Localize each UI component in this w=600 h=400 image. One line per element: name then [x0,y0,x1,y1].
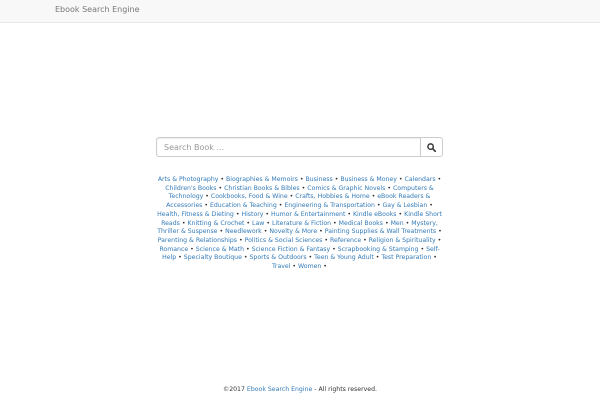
separator-bullet: • [266,219,270,227]
footer: ©2017 Ebook Search Engine - All rights r… [0,386,600,393]
separator-bullet: • [332,245,336,253]
separator-bullet: • [205,193,209,201]
separator-bullet: • [220,176,225,183]
separator-bullet: • [265,210,270,218]
category-link[interactable]: Crafts, Hobbies & Home [295,193,369,200]
category-link[interactable]: Novelty & More [269,228,317,235]
separator-bullet: • [363,236,367,244]
separator-bullet: • [235,210,240,218]
separator-bullet: • [245,245,250,253]
separator-bullet: • [323,263,327,271]
category-link[interactable]: Medical Books [339,220,383,227]
separator-bullet: • [437,176,442,183]
category-link[interactable]: Calendars [405,176,436,183]
category-link[interactable]: Biographies & Memoirs [226,176,298,183]
category-link[interactable]: Scrapbooking & Stamping [338,246,419,253]
category-link[interactable]: Test Preparation [381,254,431,261]
category-link[interactable]: Business & Money [340,176,397,183]
separator-bullet: • [438,228,442,236]
separator-bullet: • [405,219,410,227]
category-link[interactable]: Specialty Boutique [184,254,242,261]
separator-bullet: • [429,202,433,210]
separator-bullet: • [263,228,268,236]
separator-bullet: • [218,184,223,192]
separator-bullet: • [347,210,352,218]
category-link[interactable]: Children's Books [165,185,216,192]
brand-link[interactable]: Ebook Search Engine [55,5,140,14]
separator-bullet: • [278,202,283,210]
separator-bullet: • [375,254,380,262]
category-link[interactable]: Travel [272,263,290,270]
category-link[interactable]: Reference [330,237,361,244]
category-link[interactable]: Women [298,263,321,270]
separator-bullet: • [437,236,442,244]
separator-bullet: • [387,184,392,192]
category-link[interactable]: Engineering & Transportation [284,202,375,209]
category-link[interactable]: Christian Books & Bibles [224,185,300,192]
separator-bullet: • [398,176,403,183]
separator-bullet: • [219,228,224,236]
separator-bullet: • [433,254,437,262]
category-link[interactable]: Law [252,220,264,227]
category-link[interactable]: Men [391,220,404,227]
separator-bullet: • [181,219,186,227]
category-link[interactable]: Science Fiction & Fantasy [252,246,331,253]
separator-bullet: • [371,193,376,201]
category-link[interactable]: Teen & Young Adult [314,254,374,261]
separator-bullet: • [308,254,313,262]
category-link[interactable]: Religion & Spirituality [369,237,436,244]
category-list: Arts & Photography • Biographies & Memoi… [156,176,443,272]
search-input[interactable] [156,137,420,157]
category-link[interactable]: Politics & Social Sciences [245,237,323,244]
separator-bullet: • [324,236,329,244]
copyright-text: ©2017 [223,386,245,393]
separator-bullet: • [243,254,248,262]
search-button[interactable] [420,137,443,157]
search-icon [427,142,436,152]
category-link[interactable]: Health, Fitness & Dieting [157,211,234,218]
search-form [156,137,443,157]
separator-bullet: • [384,219,389,227]
category-link[interactable]: Painting Supplies & Wall Treatments [325,228,436,235]
separator-bullet: • [190,245,194,253]
category-link[interactable]: Gay & Lesbian [383,202,428,209]
category-link[interactable]: Humor & Entertainment [271,211,345,218]
category-link[interactable]: Sports & Outdoors [249,254,306,261]
category-link[interactable]: Knitting & Crochet [187,220,244,227]
category-link[interactable]: Needlework [225,228,262,235]
category-link[interactable]: Literature & Fiction [272,220,331,227]
separator-bullet: • [178,254,182,262]
category-link[interactable]: Parenting & Relationships [158,237,237,244]
separator-bullet: • [204,202,208,210]
separator-bullet: • [246,219,251,227]
rights-text: - All rights reserved. [314,386,377,393]
separator-bullet: • [376,202,381,210]
separator-bullet: • [299,176,304,183]
category-link[interactable]: Cookbooks, Food & Wine [211,193,288,200]
separator-bullet: • [289,193,294,201]
separator-bullet: • [292,263,297,271]
category-link[interactable]: Romance [159,246,188,253]
category-link[interactable]: Science & Math [196,246,244,253]
separator-bullet: • [239,236,243,244]
category-link[interactable]: Kindle eBooks [353,211,397,218]
category-link[interactable]: Arts & Photography [158,176,219,183]
separator-bullet: • [301,184,306,192]
separator-bullet: • [333,219,337,227]
separator-bullet: • [334,176,339,183]
footer-link[interactable]: Ebook Search Engine [247,386,312,393]
navbar: Ebook Search Engine [0,0,600,23]
category-link[interactable]: Comics & Graphic Novels [307,185,385,192]
category-link[interactable]: History [241,211,263,218]
category-link[interactable]: Education & Teaching [210,202,277,209]
category-link[interactable]: Business [305,176,332,183]
separator-bullet: • [398,210,403,218]
separator-bullet: • [420,245,425,253]
separator-bullet: • [319,228,323,236]
